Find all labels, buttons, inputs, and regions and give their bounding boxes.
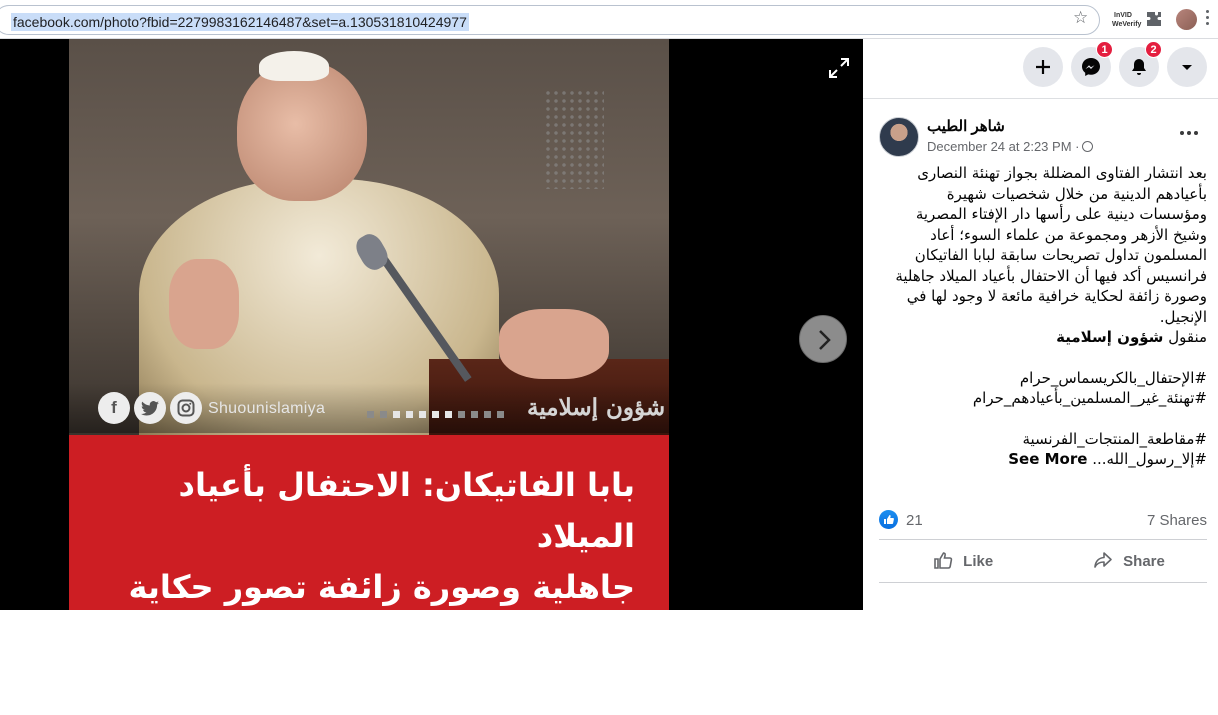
- globe-icon: [1082, 141, 1094, 152]
- share-count[interactable]: 7 Shares: [1147, 512, 1207, 529]
- hashtag-link[interactable]: #تهنئة_غير_المسلمين_بأعيادهم_حرام: [879, 388, 1207, 409]
- hashtag-see-more-line: #إلا_رسول_الله... See More: [879, 449, 1207, 470]
- brand-logo: شؤون إسلامية: [527, 394, 666, 421]
- figure-head: [237, 61, 367, 201]
- thumbs-up-icon: [934, 552, 953, 569]
- browser-toolbar: facebook.com/photo?fbid=2279983162146487…: [0, 0, 1218, 39]
- post-options-button[interactable]: [1180, 131, 1204, 141]
- share-arrow-icon: [1094, 552, 1112, 568]
- create-button[interactable]: [1023, 47, 1063, 87]
- messenger-badge: 1: [1096, 41, 1113, 58]
- source-line: منقول شؤون إسلامية: [879, 327, 1207, 348]
- profile-avatar[interactable]: [1176, 9, 1197, 30]
- post-text: بعد انتشار الفتاوى المضللة بجواز تهنئة ا…: [879, 163, 1207, 470]
- notifications-badge: 2: [1145, 41, 1162, 58]
- invid-label: InVID: [1114, 12, 1132, 19]
- url-text[interactable]: facebook.com/photo?fbid=2279983162146487…: [11, 13, 469, 31]
- share-label: Share: [1123, 553, 1165, 570]
- bookmark-star-icon[interactable]: ☆: [1073, 9, 1088, 26]
- reaction-summary: 21 7 Shares: [879, 509, 1207, 531]
- figure-cap: [259, 51, 329, 81]
- reaction-count[interactable]: 21: [906, 512, 923, 529]
- post-action-bar: Like Share: [879, 539, 1207, 583]
- author-name[interactable]: شاهر الطيب: [927, 117, 1005, 135]
- photo-scene: f Shuounislamiya شؤون إسلامية: [69, 39, 669, 435]
- twitter-icon: [134, 392, 166, 424]
- post-timestamp[interactable]: December 24 at 2:23 PM ·: [927, 139, 1094, 154]
- chevron-right-icon: [819, 330, 831, 350]
- post-panel: 1 2 شاهر الطيب December 24 at 2:23 PM · …: [863, 39, 1218, 610]
- like-reaction-icon[interactable]: [879, 510, 898, 529]
- browser-menu-icon[interactable]: [1206, 10, 1210, 28]
- account-menu-button[interactable]: [1167, 47, 1207, 87]
- caret-down-icon: [1182, 65, 1192, 70]
- source-page-link[interactable]: شؤون إسلامية: [1056, 328, 1163, 346]
- decorative-dots: [367, 405, 510, 423]
- post-header: شاهر الطيب December 24 at 2:23 PM ·: [879, 117, 1209, 157]
- facebook-icon: f: [98, 392, 130, 424]
- fullscreen-expand-icon[interactable]: [828, 57, 850, 79]
- instagram-icon: [170, 392, 202, 424]
- photo-viewer: f Shuounislamiya شؤون إسلامية بابا الفات…: [0, 39, 863, 708]
- next-photo-button[interactable]: [799, 315, 847, 363]
- post-body-text: بعد انتشار الفتاوى المضللة بجواز تهنئة ا…: [895, 164, 1207, 326]
- hashtag-link[interactable]: #إلا_رسول_الله...: [1092, 450, 1207, 468]
- headline-line-3: مائعة لا وجود لها فى الإنجيل: [184, 670, 635, 708]
- messenger-icon: [1082, 58, 1100, 76]
- like-label: Like: [963, 553, 994, 570]
- like-button[interactable]: Like: [933, 546, 993, 578]
- address-bar[interactable]: facebook.com/photo?fbid=2279983162146487…: [0, 5, 1100, 35]
- plus-icon: [1036, 60, 1050, 74]
- headline-line-1: بابا الفاتيكان: الاحتفال بأعياد الميلاد: [178, 466, 635, 555]
- extensions-puzzle-icon[interactable]: [1146, 11, 1162, 27]
- timestamp-text: December 24 at 2:23 PM ·: [927, 139, 1080, 154]
- hashtag-link[interactable]: #مقاطعة_المنتجات_الفرنسية: [879, 429, 1207, 450]
- photo-headline: بابا الفاتيكان: الاحتفال بأعياد الميلاد …: [75, 460, 635, 715]
- see-more-link[interactable]: See More: [1008, 450, 1087, 468]
- author-avatar[interactable]: [879, 117, 919, 157]
- weverify-label: WeVerify: [1112, 21, 1142, 28]
- figure-hand-right: [499, 309, 609, 379]
- social-handle: Shuounislamiya: [208, 400, 326, 417]
- headline-line-2: جاهلية وصورة زائفة تصور حكاية خرافية: [128, 568, 635, 657]
- source-prefix: منقول: [1168, 328, 1207, 346]
- header-actions: 1 2: [863, 39, 1218, 99]
- bell-icon: [1132, 59, 1146, 75]
- figure-hand-left: [169, 259, 239, 349]
- hashtag-link[interactable]: #الإحتفال_بالكريسماس_حرام: [879, 368, 1207, 389]
- dot-pattern-decoration: [544, 89, 604, 189]
- share-button[interactable]: Share: [1093, 546, 1165, 578]
- invid-extension-icon[interactable]: InVID WeVerify: [1112, 11, 1142, 29]
